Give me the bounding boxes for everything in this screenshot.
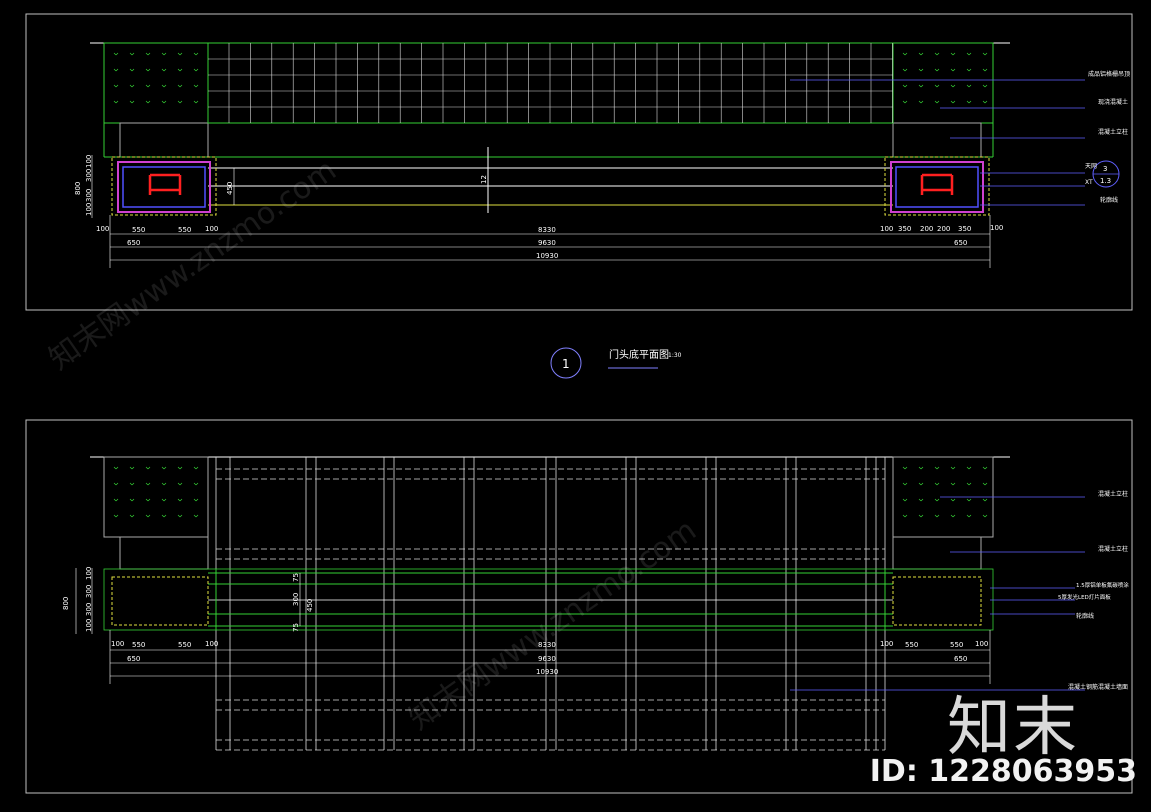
title-text: 门头底平面图	[609, 348, 669, 361]
bottom-callout-2: 混凝土立柱	[1098, 545, 1128, 553]
bottom-vdim-2: 300	[85, 603, 93, 616]
bottom-dim1-1: 550	[132, 641, 145, 649]
left-column	[117, 161, 211, 213]
top-dim1-7: 200	[920, 225, 933, 233]
bottom-dim2-2: 650	[954, 655, 967, 663]
bottom-vdim-0: 100	[85, 567, 93, 580]
bottom-dim1-8: 100	[975, 640, 988, 648]
top-vdim-3: 100	[85, 203, 93, 216]
top-dim1-10: 100	[990, 224, 1003, 232]
top-dim1-9: 350	[958, 225, 971, 233]
top-dim1-4: 8330	[538, 226, 556, 234]
bottom-dim1-0: 100	[111, 640, 124, 648]
bottom-dim2-0: 650	[127, 655, 140, 663]
bottom-dim1-6: 550	[905, 641, 918, 649]
right-column	[890, 161, 984, 213]
bottom-callout-5: 轮廓线	[1076, 612, 1094, 620]
top-plan: 成品铝格栅吊顶 现浇混凝土 混凝土立柱 天网 XT 轮廓线 3 1.3 100 …	[74, 42, 1130, 268]
section-symbol-top: 3	[1103, 165, 1107, 173]
top-inner-dim: 450	[226, 182, 234, 195]
top-dim2-1: 9630	[538, 239, 556, 247]
bottom-vdim-1: 300	[85, 585, 93, 598]
right-planter	[892, 42, 994, 124]
title-scale: 1:30	[668, 352, 682, 359]
top-dim3-0: 10930	[536, 252, 558, 260]
left-planter	[103, 42, 209, 124]
left-gravel	[119, 122, 209, 158]
bottom-callout-3: 1.5厚铝单板氟碳喷涂	[1076, 581, 1129, 589]
bottom-dim1-3: 100	[205, 640, 218, 648]
top-dim2-0: 650	[127, 239, 140, 247]
top-dim1-8: 200	[937, 225, 950, 233]
ceiling-grid	[207, 42, 894, 124]
bottom-inner-dim-0: 75	[292, 573, 300, 582]
bottom-dim1-7: 550	[950, 641, 963, 649]
bottom-dim1-2: 550	[178, 641, 191, 649]
top-callout-6: 轮廓线	[1100, 196, 1118, 204]
top-dim1-6: 350	[898, 225, 911, 233]
top-dim1-3: 100	[205, 225, 218, 233]
top-mid-label: 12	[480, 175, 488, 184]
bottom-inner-dim-1: 300	[292, 593, 300, 606]
bottom-dim1-5: 100	[880, 640, 893, 648]
top-vdim-1: 300	[85, 169, 93, 182]
bottom-vdim-total: 800	[62, 597, 70, 610]
bottom-inner-dim-2: 450	[306, 599, 314, 612]
bottom-callout-4: 5厚发光LED灯片面板	[1058, 593, 1111, 601]
top-vdim-2: 300	[85, 189, 93, 202]
top-vdim-total: 800	[74, 182, 82, 195]
bottom-dim1-4: 8330	[538, 641, 556, 649]
right-gravel	[892, 122, 982, 158]
top-callout-5: XT	[1085, 179, 1093, 186]
top-dim2-2: 650	[954, 239, 967, 247]
top-callout-2: 现浇混凝土	[1098, 98, 1128, 106]
top-dim1-0: 100	[96, 225, 109, 233]
bottom-vdim-3: 100	[85, 619, 93, 632]
bottom-inner-dim-3: 75	[292, 623, 300, 632]
top-callout-3: 混凝土立柱	[1098, 128, 1128, 136]
title-number: 1	[562, 357, 570, 371]
brand-id: ID: 1228063953	[869, 754, 1137, 789]
top-dim1-1: 550	[132, 226, 145, 234]
section-symbol-bottom: 1.3	[1100, 177, 1111, 185]
top-dim1-5: 100	[880, 225, 893, 233]
drawing-title: 1 门头底平面图 1:30	[550, 347, 682, 379]
top-callout-4: 天网	[1085, 163, 1097, 170]
bottom-dim2-1: 9630	[538, 655, 556, 663]
top-vdim-0: 100	[85, 155, 93, 168]
bottom-dim3-0: 10930	[536, 668, 558, 676]
bottom-callout-1: 混凝土立柱	[1098, 490, 1128, 498]
top-dim1-2: 550	[178, 226, 191, 234]
top-callout-1: 成品铝格栅吊顶	[1088, 70, 1130, 78]
